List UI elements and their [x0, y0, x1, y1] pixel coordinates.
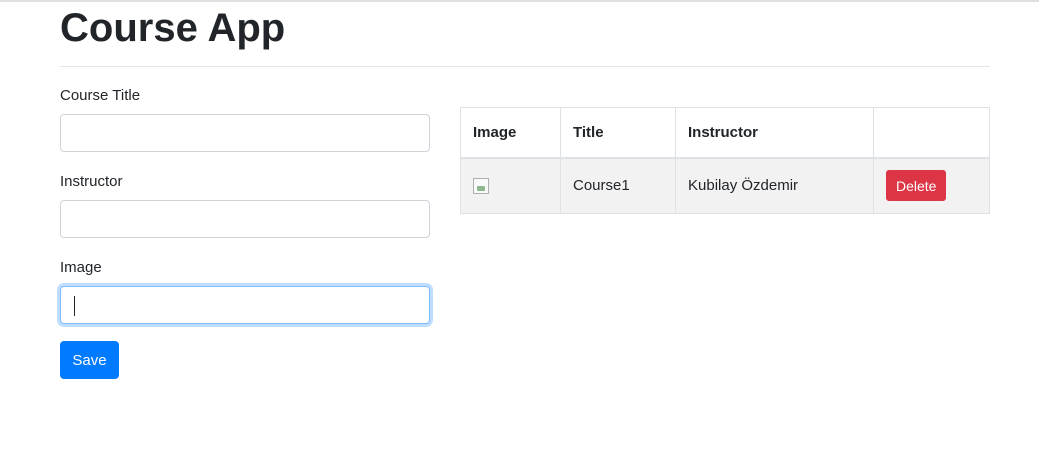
- save-button[interactable]: Save: [60, 341, 119, 379]
- cell-actions: Delete: [873, 157, 990, 214]
- courses-table: Image Title Instructor Course1 Kubilay Ö…: [460, 107, 990, 214]
- image-label: Image: [60, 259, 102, 276]
- header-instructor: Instructor: [675, 107, 874, 159]
- table-header: Image Title Instructor: [460, 107, 990, 159]
- cell-instructor: Kubilay Özdemir: [675, 157, 874, 214]
- header-actions: [873, 107, 990, 159]
- text-caret: [74, 296, 75, 316]
- image-input[interactable]: [60, 286, 430, 324]
- instructor-label: Instructor: [60, 173, 123, 190]
- courses-table-wrapper: Image Title Instructor Course1 Kubilay Ö…: [460, 107, 990, 214]
- cell-image: [460, 157, 561, 214]
- course-title-input[interactable]: [60, 114, 430, 152]
- course-title-group: Course Title: [60, 86, 430, 152]
- table-body: Course1 Kubilay Özdemir Delete: [460, 157, 990, 214]
- header-title: Title: [560, 107, 676, 159]
- broken-image-icon: [473, 178, 489, 195]
- cell-title: Course1: [560, 157, 676, 214]
- table-header-row: Image Title Instructor: [460, 107, 990, 159]
- table-row: Course1 Kubilay Özdemir Delete: [460, 157, 990, 214]
- top-border: [0, 0, 1039, 2]
- page-title: Course App: [60, 6, 286, 50]
- instructor-group: Instructor: [60, 172, 430, 238]
- image-group: Image: [60, 258, 430, 324]
- instructor-input[interactable]: [60, 200, 430, 238]
- course-title-label: Course Title: [60, 87, 141, 104]
- title-divider: [60, 66, 990, 67]
- delete-button[interactable]: Delete: [886, 170, 947, 202]
- header-image: Image: [460, 107, 561, 159]
